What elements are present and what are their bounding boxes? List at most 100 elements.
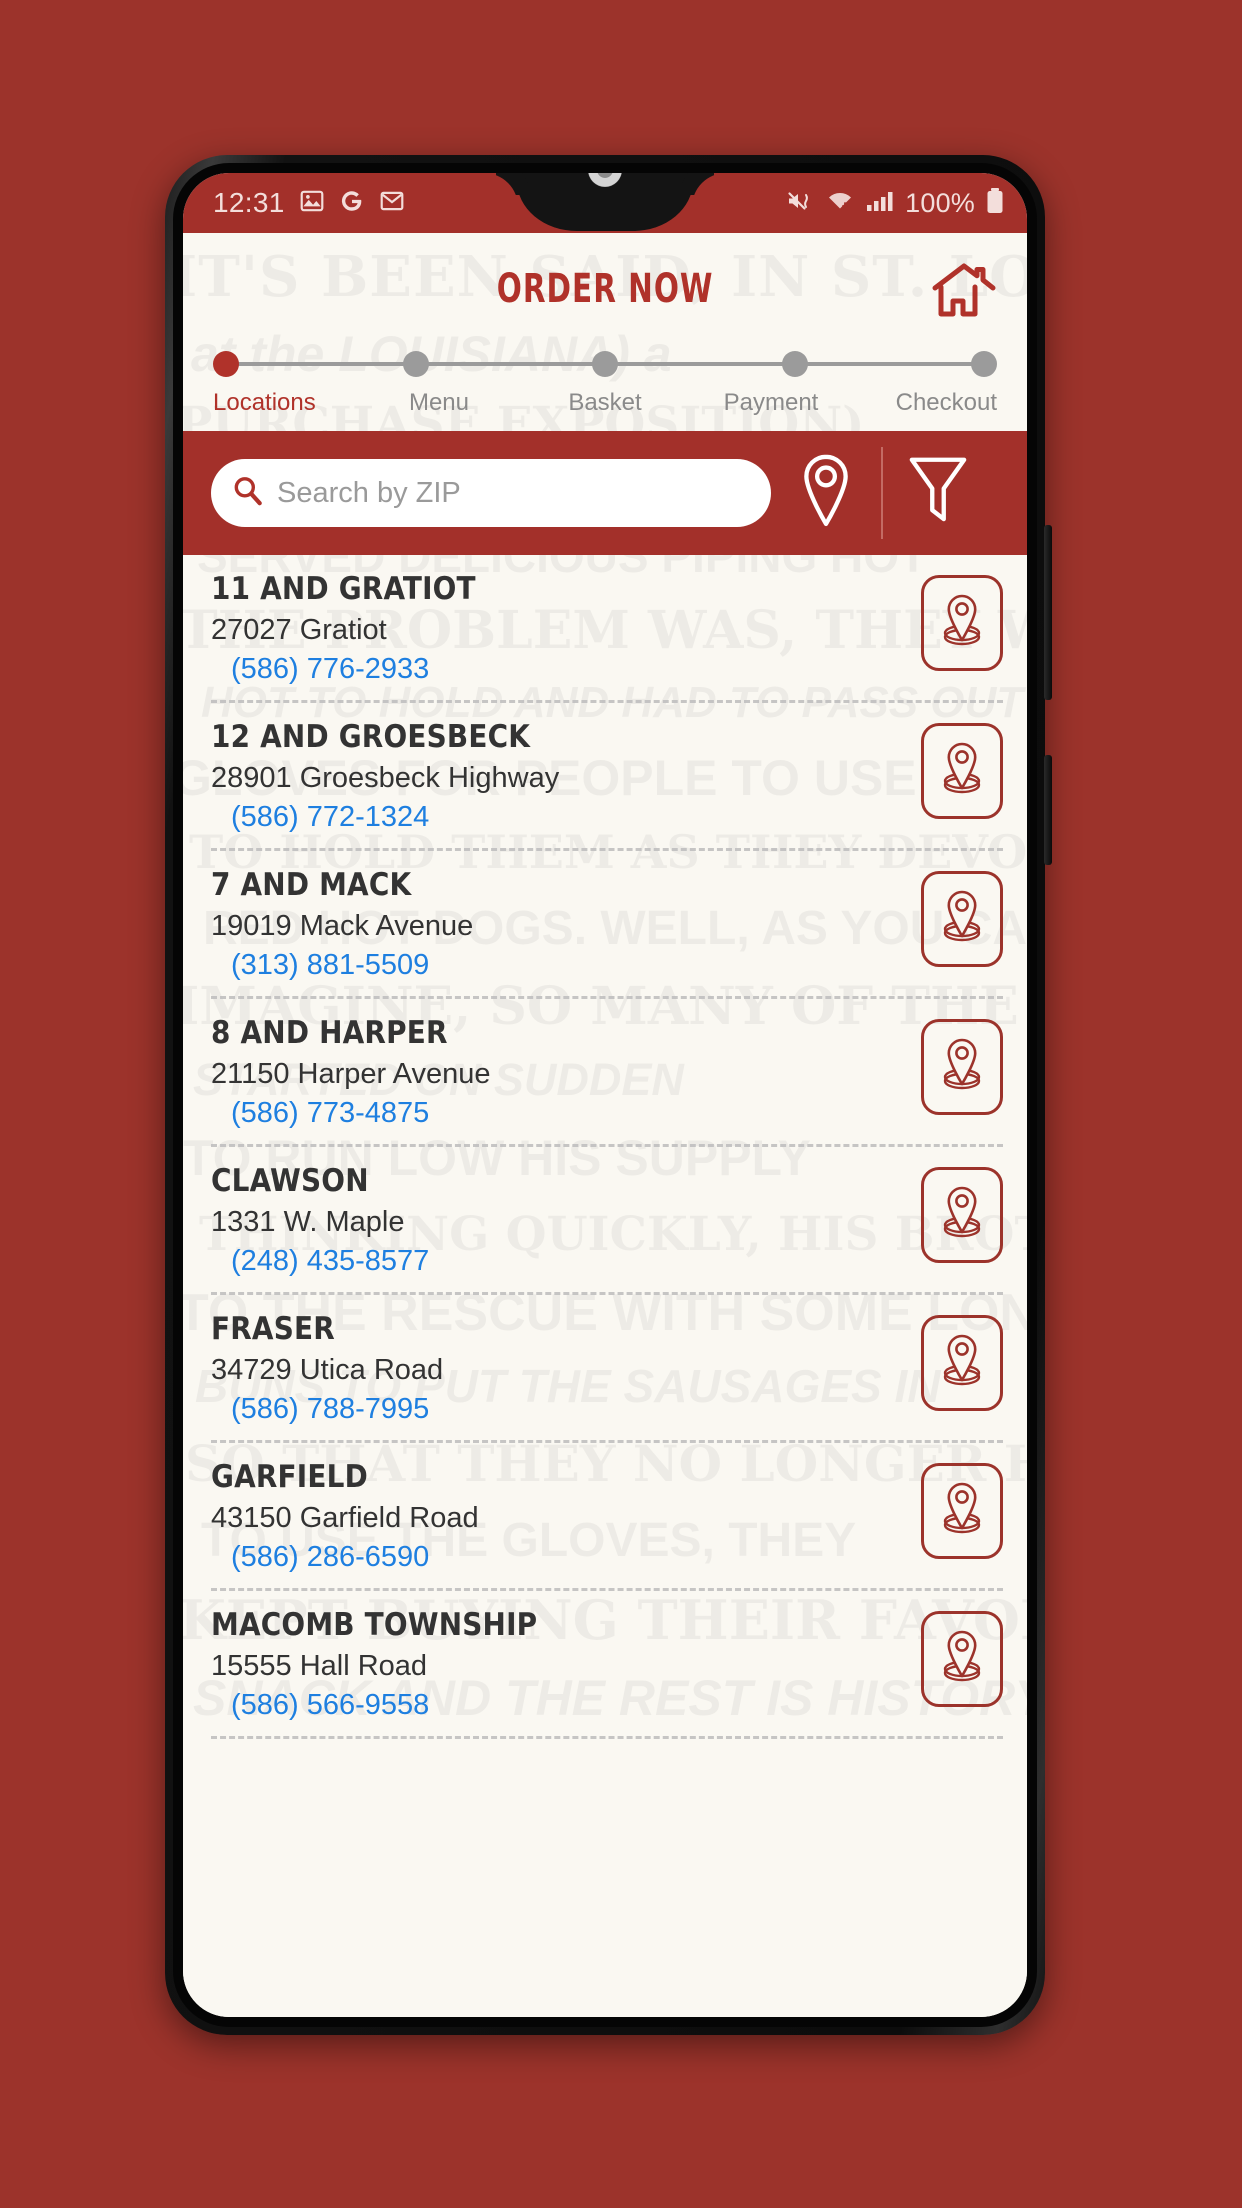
power-button[interactable] <box>1044 525 1052 700</box>
location-phone[interactable]: (586) 773-4875 <box>231 1096 921 1130</box>
battery-percent-label: 100% <box>905 187 975 218</box>
app-container: IT'S BEEN SAID, IN ST. LOUIS at the LOUI… <box>183 233 1027 2017</box>
page-title: ORDER NOW <box>496 266 714 312</box>
stepper-label-checkout[interactable]: Checkout <box>877 389 997 417</box>
location-map-button[interactable] <box>921 1611 1003 1708</box>
location-info: MACOMB TOWNSHIP 15555 Hall Road (586) 56… <box>211 1607 921 1722</box>
table-row[interactable]: MACOMB TOWNSHIP 15555 Hall Road (586) 56… <box>183 1591 1027 1722</box>
app-header: ORDER NOW <box>183 233 1027 345</box>
location-map-button[interactable] <box>921 871 1003 968</box>
location-address: 1331 W. Maple <box>211 1205 405 1238</box>
map-pin-icon <box>798 453 854 534</box>
stepper-label-basket[interactable]: Basket <box>545 389 665 417</box>
location-info: FRASER 34729 Utica Road (586) 788-7995 <box>211 1311 921 1426</box>
app-content: ORDER NOW Locations Menu Basket Payment … <box>183 233 1027 2017</box>
location-phone[interactable]: (313) 881-5509 <box>231 948 921 982</box>
map-pin-icon <box>936 1034 988 1101</box>
table-row[interactable]: 8 AND HARPER 21150 Harper Avenue (586) 7… <box>183 999 1027 1130</box>
location-name: 8 AND HARPER <box>211 1015 448 1052</box>
table-row[interactable]: 11 AND GRATIOT 27027 Gratiot (586) 776-2… <box>183 555 1027 686</box>
location-address: 27027 Gratiot <box>211 613 387 646</box>
status-bar-right: 100% <box>785 187 1005 220</box>
location-map-button[interactable] <box>921 1167 1003 1264</box>
stepper-label-menu[interactable]: Menu <box>379 389 499 417</box>
search-input[interactable] <box>277 476 751 510</box>
location-map-button[interactable] <box>921 1315 1003 1412</box>
map-pin-icon <box>936 590 988 657</box>
stepper-dot-menu[interactable] <box>402 351 429 377</box>
map-pin-icon <box>936 1626 988 1693</box>
location-phone[interactable]: (248) 435-8577 <box>231 1244 921 1278</box>
location-address: 21150 Harper Avenue <box>211 1057 491 1090</box>
stepper-label-locations[interactable]: Locations <box>213 389 333 417</box>
map-pin-icon <box>936 1330 988 1397</box>
locations-list[interactable]: 11 AND GRATIOT 27027 Gratiot (586) 776-2… <box>183 555 1027 2017</box>
map-pin-icon <box>936 1478 988 1545</box>
location-map-button[interactable] <box>921 723 1003 820</box>
location-info: 12 AND GROESBECK 28901 Groesbeck Highway… <box>211 719 921 834</box>
row-separator <box>211 1736 1003 1740</box>
battery-icon <box>985 187 1005 220</box>
location-name: FRASER <box>211 1311 335 1348</box>
map-pin-icon <box>936 1182 988 1249</box>
map-pin-icon <box>936 886 988 953</box>
stepper-track <box>213 349 997 379</box>
stepper-dot-payment[interactable] <box>781 351 808 377</box>
progress-stepper: Locations Menu Basket Payment Checkout <box>183 345 1027 431</box>
gmail-icon <box>379 188 405 219</box>
signal-bars-icon <box>865 188 895 219</box>
status-bar: 12:31 100% <box>183 173 1027 233</box>
location-info: CLAWSON 1331 W. Maple (248) 435-8577 <box>211 1163 921 1278</box>
location-info: GARFIELD 43150 Garfield Road (586) 286-6… <box>211 1459 921 1574</box>
wifi-icon <box>825 188 855 219</box>
location-address: 43150 Garfield Road <box>211 1501 479 1534</box>
table-row[interactable]: FRASER 34729 Utica Road (586) 788-7995 <box>183 1295 1027 1426</box>
location-info: 11 AND GRATIOT 27027 Gratiot (586) 776-2… <box>211 571 921 686</box>
filter-button[interactable] <box>883 454 993 533</box>
vibrate-mute-icon <box>785 188 815 219</box>
volume-button[interactable] <box>1044 755 1052 865</box>
search-bar <box>183 431 1027 555</box>
location-name: CLAWSON <box>211 1163 369 1200</box>
map-pin-icon <box>936 738 988 805</box>
location-name: MACOMB TOWNSHIP <box>211 1607 538 1644</box>
stepper-dots <box>213 351 997 377</box>
location-address: 19019 Mack Avenue <box>211 909 474 942</box>
filter-funnel-icon <box>907 454 969 533</box>
location-map-button[interactable] <box>921 575 1003 671</box>
table-row[interactable]: 12 AND GROESBECK 28901 Groesbeck Highway… <box>183 703 1027 834</box>
location-address: 15555 Hall Road <box>211 1649 428 1682</box>
location-phone[interactable]: (586) 772-1324 <box>231 800 921 834</box>
location-name: GARFIELD <box>211 1459 368 1496</box>
location-map-button[interactable] <box>921 1463 1003 1560</box>
phone-device: 12:31 100% IT'S BEEN SAID, IN ST. LO at … <box>165 155 1052 2035</box>
location-map-button[interactable] <box>921 1019 1003 1116</box>
location-name: 12 AND GROESBECK <box>211 719 531 756</box>
location-phone[interactable]: (586) 286-6590 <box>231 1540 921 1574</box>
stepper-dot-locations[interactable] <box>213 351 239 377</box>
search-field[interactable] <box>211 459 771 527</box>
location-name: 11 AND GRATIOT <box>211 571 476 607</box>
use-my-location-button[interactable] <box>771 453 881 534</box>
photos-icon <box>299 188 325 219</box>
location-phone[interactable]: (586) 566-9558 <box>231 1688 921 1722</box>
search-icon <box>231 474 265 513</box>
location-phone[interactable]: (586) 788-7995 <box>231 1392 921 1426</box>
location-info: 7 AND MACK 19019 Mack Avenue (313) 881-5… <box>211 867 921 982</box>
table-row[interactable]: CLAWSON 1331 W. Maple (248) 435-8577 <box>183 1147 1027 1278</box>
stepper-label-payment[interactable]: Payment <box>711 389 831 417</box>
location-phone[interactable]: (586) 776-2933 <box>231 652 921 686</box>
location-name: 7 AND MACK <box>211 867 412 904</box>
stepper-dot-checkout[interactable] <box>971 351 997 377</box>
status-time: 12:31 <box>213 187 285 218</box>
status-bar-left: 12:31 <box>213 187 405 219</box>
location-address: 28901 Groesbeck Highway <box>211 761 560 794</box>
table-row[interactable]: 7 AND MACK 19019 Mack Avenue (313) 881-5… <box>183 851 1027 982</box>
location-info: 8 AND HARPER 21150 Harper Avenue (586) 7… <box>211 1015 921 1130</box>
stepper-dot-basket[interactable] <box>592 351 618 377</box>
home-button[interactable] <box>927 259 1001 325</box>
phone-screen: 12:31 100% IT'S BEEN SAID, IN ST. LO at … <box>183 173 1027 2017</box>
google-icon <box>339 188 365 219</box>
table-row[interactable]: GARFIELD 43150 Garfield Road (586) 286-6… <box>183 1443 1027 1574</box>
home-icon <box>931 261 997 324</box>
